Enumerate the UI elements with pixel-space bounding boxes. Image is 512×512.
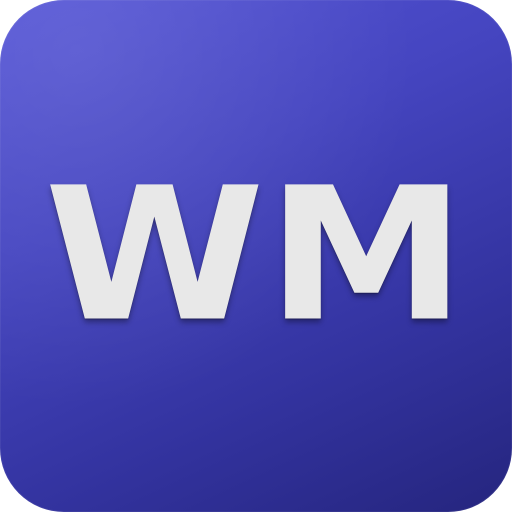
monogram: WM: [0, 136, 512, 375]
app-icon[interactable]: WM: [0, 0, 512, 512]
monogram-letter-m: M: [266, 148, 468, 363]
monogram-letter-w: W: [44, 148, 267, 363]
